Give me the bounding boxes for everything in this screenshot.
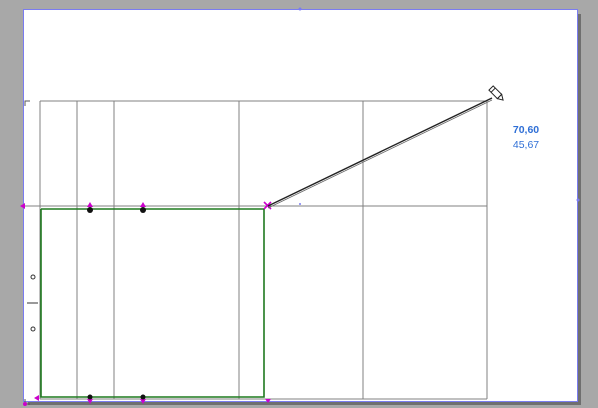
node-dots[interactable]	[87, 207, 146, 400]
construction-grid	[25, 100, 488, 400]
drawing-line-preview-shadow	[267, 99, 493, 209]
node-dot-3[interactable]	[87, 394, 93, 400]
snap-triangle-2[interactable]	[140, 202, 146, 207]
circle-marker-lower	[30, 326, 36, 332]
sheet-border-ticks	[298, 7, 580, 205]
drawing-viewport[interactable]: 70,60 45,67	[0, 0, 598, 408]
drawing-line-preview	[267, 97, 493, 207]
snap-markers[interactable]	[20, 202, 271, 406]
snap-arrow-left-bottom[interactable]	[34, 395, 39, 401]
pencil-cursor-icon	[488, 85, 504, 101]
node-dot-4[interactable]	[140, 394, 146, 400]
wall-outline[interactable]	[40, 208, 265, 398]
snap-triangle-5[interactable]	[265, 399, 271, 403]
left-edge-symbols	[27, 274, 38, 332]
coordinate-readout-secondary: 45,67	[512, 139, 540, 151]
circle-marker-upper	[30, 274, 36, 280]
snap-arrow-left-mid[interactable]	[20, 203, 25, 209]
node-dot-1[interactable]	[87, 207, 93, 213]
node-dot-2[interactable]	[140, 207, 146, 213]
drawing-canvas[interactable]	[0, 0, 598, 408]
snap-origin-dot[interactable]	[23, 402, 27, 406]
snap-triangle-4[interactable]	[140, 399, 146, 404]
page-corner-marks	[24, 100, 30, 405]
snap-triangle-1[interactable]	[87, 202, 93, 207]
snap-triangle-3[interactable]	[87, 399, 93, 404]
coordinate-readout-primary: 70,60	[512, 124, 540, 136]
